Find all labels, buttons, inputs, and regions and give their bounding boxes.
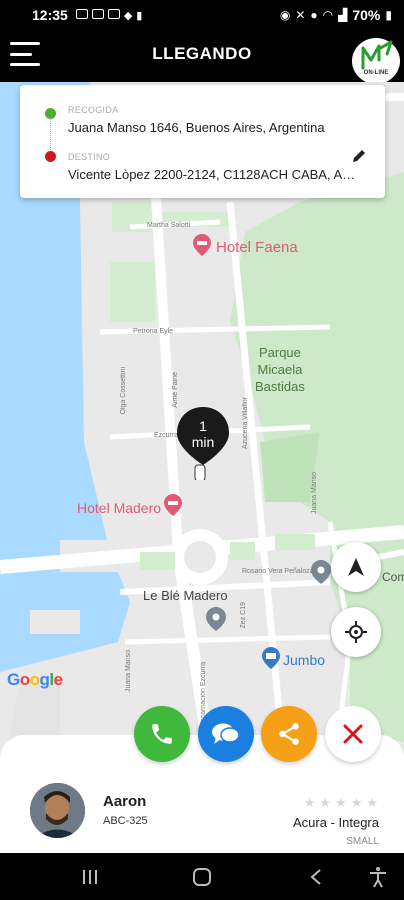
google-logo: Google [7, 670, 63, 689]
street-label-petrona: Petrona Eyle [133, 328, 174, 335]
storage-icon: ▮ [136, 9, 143, 22]
my-location-button[interactable] [331, 607, 381, 657]
driver-avatar[interactable] [30, 783, 85, 838]
wifi-icon: ◠ [322, 8, 334, 22]
driver-rating: ★ ★ ★ ★ ★ [304, 795, 378, 811]
street-label-juana2: Juana Manso [125, 650, 132, 693]
call-button[interactable] [134, 706, 190, 762]
chat-icon [212, 723, 240, 744]
poi-parque[interactable]: Parque Micaela Bastidas [255, 345, 305, 396]
navigate-button[interactable] [331, 542, 381, 592]
hotel-madero-pin-icon[interactable] [164, 494, 182, 516]
star-icon: ★ [319, 795, 332, 810]
home-icon [193, 868, 211, 886]
star-icon: ★ [335, 795, 347, 810]
page-title: LLEGANDO [152, 44, 252, 63]
driver-name: Aaron [103, 793, 147, 810]
eta-unit: min [191, 434, 215, 451]
system-icons: ◉ ✕ ● ◠ ▟ 70% ▮ [280, 7, 392, 23]
poi-le-ble-madero[interactable]: Le Blé Madero [143, 588, 228, 603]
street-label-zezc: Zez C19 [240, 602, 247, 629]
poi-gray-pin-icon[interactable] [311, 560, 331, 584]
location-icon: ● [310, 8, 318, 22]
car-model: Acura - Integra [293, 815, 379, 830]
street-label-rosario: Rosario Vera Peñaloza [242, 568, 314, 575]
hotel-faena-pin-icon[interactable] [193, 234, 211, 256]
route-card[interactable]: RECOGIDA Juana Manso 1646, Buenos Aires,… [20, 85, 385, 198]
status-time: 12:35 [32, 7, 68, 23]
crosshair-icon [345, 621, 367, 643]
le-ble-pin-icon[interactable] [206, 607, 226, 631]
share-button[interactable] [261, 706, 317, 762]
jumbo-pin-icon[interactable] [262, 647, 280, 669]
online-logo-icon [361, 40, 393, 70]
share-icon [279, 723, 299, 745]
battery-percent: 70% [352, 7, 381, 23]
destination-dot-icon [45, 151, 56, 162]
street-label-azucena: Azucena Villaflor [242, 397, 249, 450]
eta-value: 1 [199, 418, 207, 434]
close-icon [343, 724, 363, 744]
navigation-arrow-icon [348, 558, 364, 576]
chat-button[interactable] [198, 706, 254, 762]
street-label-martha: Martha Salotti [147, 222, 191, 229]
back-button[interactable] [304, 865, 328, 889]
message-icon [75, 8, 88, 19]
pickup-row[interactable]: RECOGIDA Juana Manso 1646, Buenos Aires,… [20, 85, 385, 135]
status-bar: 12:35 ◆ ▮ ◉ ✕ ● ◠ ▟ 70% ▮ [0, 0, 404, 30]
poi-hotel-faena[interactable]: Hotel Faena [216, 239, 298, 256]
pickup-label: RECOGIDA [68, 105, 119, 115]
street-label-com: Com [382, 570, 404, 584]
poi-hotel-madero[interactable]: Hotel Madero [77, 500, 161, 516]
eta-car-marker[interactable]: 1 min [175, 405, 231, 482]
destination-address: Vicente Lòpez 2200-2124, C1128ACH CABA, … [68, 167, 357, 182]
destination-row[interactable]: DESTINO Vicente Lòpez 2200-2124, C1128AC… [20, 135, 385, 185]
poi-jumbo[interactable]: Jumbo [283, 652, 325, 668]
street-label-aime: Aimé Paine [172, 372, 179, 408]
notification-icons: ◆ ▮ [75, 8, 143, 22]
system-nav-bar [0, 853, 404, 900]
street-label-juana: Juana Manso [311, 472, 318, 515]
destination-label: DESTINO [68, 152, 111, 162]
online-status-badge[interactable]: ON-LINE [352, 38, 400, 84]
cancel-trip-button[interactable] [325, 706, 381, 762]
star-icon: ★ [350, 795, 363, 810]
pickup-address: Juana Manso 1646, Buenos Aires, Argentin… [68, 120, 325, 135]
mute-icon: ✕ [295, 8, 306, 22]
accessibility-icon [370, 867, 386, 888]
recents-icon [83, 870, 97, 884]
street-label-olga: Olga Cossettini [120, 367, 127, 415]
app-bar: LLEGANDO ON-LINE [0, 30, 404, 84]
battery-icon: ▮ [385, 8, 392, 22]
car-size: SMALL [346, 836, 379, 847]
photo-icon [107, 8, 120, 19]
recents-button[interactable] [78, 865, 102, 889]
mail-icon [91, 8, 104, 19]
signal-icon: ▟ [338, 8, 348, 22]
cast-icon: ◆ [123, 9, 133, 22]
home-button[interactable] [190, 865, 214, 889]
online-badge-text: ON-LINE [363, 70, 389, 76]
star-icon: ★ [303, 795, 316, 810]
edit-pencil-icon[interactable] [351, 148, 367, 164]
alarm-icon: ◉ [279, 8, 291, 22]
driver-photo [30, 783, 85, 838]
accessibility-button[interactable] [366, 865, 390, 889]
driver-plate: ABC-325 [103, 815, 148, 827]
star-icon: ★ [366, 795, 378, 810]
back-icon [310, 869, 321, 885]
phone-icon [152, 724, 172, 744]
eta-text: 1 min [175, 418, 231, 450]
